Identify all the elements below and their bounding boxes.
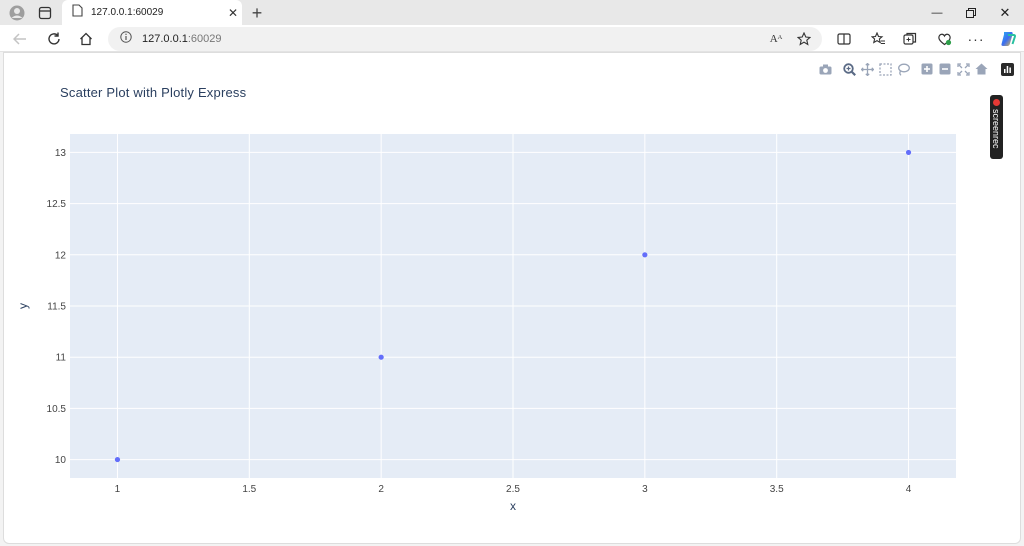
scatter-point[interactable] [114,456,121,463]
browser-nav-bar: 127.0.0.1:60029 Aᴬ ··· [0,25,1024,52]
y-tick-label: 13 [55,148,67,159]
split-screen-icon[interactable] [832,27,856,51]
favorite-star-icon[interactable] [792,27,816,51]
home-icon[interactable] [74,27,98,51]
scatter-point[interactable] [378,354,384,360]
y-tick-label: 12 [55,250,67,261]
x-tick-label: 3.5 [770,484,784,495]
back-icon[interactable] [8,27,32,51]
site-info-icon[interactable] [120,30,132,48]
x-tick-label: 1.5 [242,484,256,495]
y-tick-label: 12.5 [47,199,67,210]
y-axis-label: y [16,303,30,309]
x-tick-label: 3 [642,484,648,495]
y-tick-label: 10 [55,455,67,466]
scatter-point[interactable] [905,149,912,156]
address-bar[interactable]: 127.0.0.1:60029 [108,27,822,51]
close-tab-icon[interactable]: ✕ [224,6,242,20]
browser-essentials-icon[interactable] [932,27,956,51]
y-tick-label: 10.5 [47,404,67,415]
close-window-icon[interactable]: ✕ [988,0,1022,25]
refresh-icon[interactable] [42,27,66,51]
page-icon [72,3,83,22]
page-content: Scatter Plot with Plotly Express screenr… [3,52,1021,544]
copilot-icon[interactable] [996,27,1020,51]
browser-tab-bar: 127.0.0.1:60029 ✕ + — ✕ [0,0,1024,25]
tab-actions-icon[interactable] [32,2,58,24]
read-aloud-icon[interactable]: Aᴬ [764,27,788,51]
tab-title: 127.0.0.1:60029 [91,7,164,18]
address-host: 127.0.0.1 [142,33,188,45]
more-options-icon[interactable]: ··· [964,27,988,51]
scatter-chart: 1 1.5 2 2.5 3 3.5 41010.51111.51212.513 x y [16,134,956,513]
y-tick-label: 11 [56,353,67,364]
address-port: :60029 [187,33,222,45]
new-tab-icon[interactable]: + [244,2,270,24]
x-tick-label: 2 [378,484,384,495]
browser-tab[interactable]: 127.0.0.1:60029 ✕ [62,0,242,25]
x-tick-label: 4 [906,484,912,495]
minimize-icon[interactable]: — [920,0,954,25]
y-tick-label: 11.5 [47,302,66,313]
x-tick-label: 1 [115,484,121,495]
scatter-point[interactable] [642,252,648,258]
collections-icon[interactable] [898,27,922,51]
x-axis-label: x [510,499,516,513]
x-tick-label: 2.5 [506,484,520,495]
restore-icon[interactable] [954,0,988,25]
favorites-icon[interactable] [866,27,890,51]
profile-icon[interactable] [4,2,30,24]
